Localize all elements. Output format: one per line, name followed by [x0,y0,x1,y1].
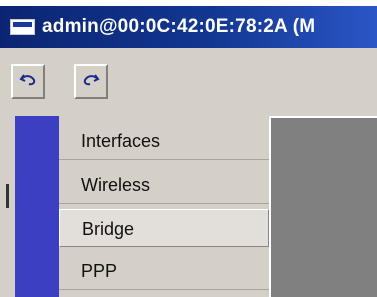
title-bar[interactable]: admin@00:0C:42:0E:78:2A (M [0,6,377,48]
window-edge-marker [6,184,9,208]
window-title: admin@00:0C:42:0E:78:2A (M [42,16,316,37]
menu-item-wireless[interactable]: Wireless [59,166,269,204]
side-accent-bar [15,116,59,297]
undo-button[interactable] [11,64,45,99]
redo-button[interactable] [74,64,108,99]
menu-item-interfaces[interactable]: Interfaces [59,122,269,160]
toolbar [0,48,377,108]
window-icon [10,19,35,35]
menu-item-ppp[interactable]: PPP [59,252,269,290]
side-menu: Interfaces Wireless Bridge PPP [59,116,269,297]
redo-arrow-icon [82,72,100,91]
menu-item-bridge[interactable]: Bridge [59,209,269,247]
app-window: admin@00:0C:42:0E:78:2A (M Interfaces Wi… [0,6,377,297]
workspace-area [269,116,377,297]
main-area: Interfaces Wireless Bridge PPP [15,116,377,297]
undo-arrow-icon [19,72,37,91]
